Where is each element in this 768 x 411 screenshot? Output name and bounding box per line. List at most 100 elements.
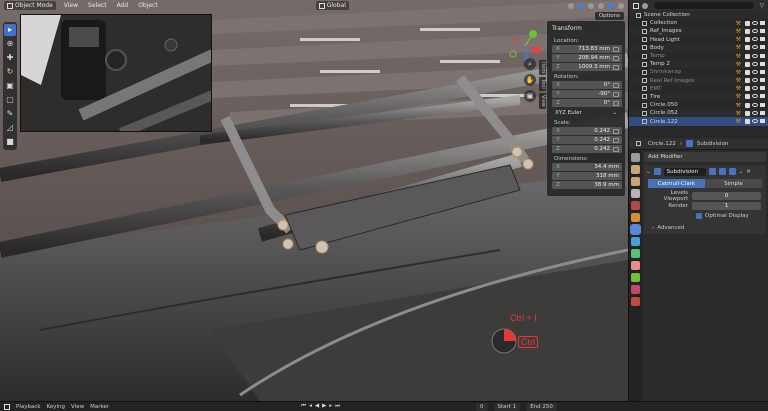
close-icon[interactable]: ✕ [746, 169, 751, 175]
eye-icon[interactable] [752, 45, 758, 50]
move-tool-icon[interactable]: ✚ [4, 52, 16, 64]
rotation-mode-dropdown[interactable]: XYZ Euler ⌄ [552, 108, 620, 117]
camera-icon[interactable] [760, 110, 765, 115]
outliner-row[interactable]: Temp ⚒ [629, 52, 768, 60]
lock-icon[interactable] [613, 128, 619, 134]
eye-icon[interactable] [752, 78, 758, 83]
eye-icon[interactable] [752, 28, 758, 33]
display-mode-icon[interactable] [642, 2, 648, 9]
camera-icon[interactable] [760, 78, 765, 83]
lock-icon[interactable] [613, 55, 619, 61]
modifier-tab-icon[interactable] [630, 224, 641, 235]
render-levels-field[interactable]: 1 [692, 201, 761, 210]
material-shading-icon[interactable] [608, 2, 614, 9]
physics-tab-icon[interactable] [631, 249, 640, 258]
outliner-row[interactable]: Temp 2 ⚒ [629, 60, 768, 69]
outliner-row[interactable]: Real Ref Images ⚒ [629, 76, 768, 85]
solid-shading-icon[interactable] [598, 2, 604, 9]
timeline-editor-icon[interactable] [4, 403, 10, 410]
rendered-shading-icon[interactable] [618, 2, 624, 9]
location-x-field[interactable]: X 713.83 mm [552, 45, 622, 53]
expand-chevron-icon[interactable]: ⌄ [646, 169, 651, 175]
edit-mode-toggle-icon[interactable] [708, 168, 716, 175]
3d-viewport[interactable]: Object Mode View Select Add Object Globa… [0, 0, 628, 401]
measure-tool-icon[interactable]: ◿ [4, 122, 16, 134]
tab-view[interactable]: View [539, 93, 546, 109]
lock-icon[interactable] [613, 82, 619, 88]
dimensions-x-field[interactable]: X 34.4 mm [552, 163, 622, 171]
dropdown-chevron-icon[interactable]: ⌄ [739, 169, 744, 175]
end-frame-field[interactable]: End 250 [526, 402, 557, 411]
editor-type-icon[interactable] [633, 2, 639, 9]
start-frame-field[interactable]: Start 1 [493, 402, 521, 411]
lock-icon[interactable] [613, 137, 619, 143]
camera-icon[interactable] [760, 45, 765, 50]
exclude-checkbox-icon[interactable] [745, 53, 750, 59]
menu-timeline-view[interactable]: View [71, 404, 84, 410]
eye-icon[interactable] [752, 102, 758, 107]
rotation-z-field[interactable]: Z 0° [552, 99, 622, 107]
jump-end-icon[interactable]: ⏭ [335, 403, 340, 410]
scale-z-field[interactable]: Z 0.242 [552, 145, 622, 153]
optimal-display-checkbox[interactable]: Optimal Display [696, 211, 764, 220]
outliner-row[interactable]: Body ⚒ [629, 43, 768, 52]
mode-dropdown[interactable]: Object Mode [4, 1, 56, 10]
menu-marker[interactable]: Marker [90, 404, 109, 410]
menu-add[interactable]: Add [115, 1, 131, 10]
constraints-tab-icon[interactable] [631, 261, 640, 270]
render-toggle-icon[interactable] [728, 168, 736, 175]
simple-button[interactable]: Simple [705, 179, 762, 188]
particles-tab-icon[interactable] [631, 237, 640, 246]
orientation-dropdown[interactable]: Global [315, 1, 349, 10]
options-dropdown[interactable]: Options [594, 12, 624, 20]
play-reverse-icon[interactable]: ◀ [315, 403, 319, 410]
exclude-checkbox-icon[interactable] [745, 37, 750, 43]
render-tab-icon[interactable] [631, 165, 640, 174]
menu-keying[interactable]: Keying [47, 404, 65, 410]
outliner-root[interactable]: Scene Collection [629, 11, 768, 20]
add-cube-tool-icon[interactable]: ■ [4, 136, 16, 148]
tab-tool[interactable]: Tool [539, 77, 546, 92]
lock-icon[interactable] [613, 64, 619, 70]
eye-icon[interactable] [752, 86, 758, 91]
outliner-row[interactable]: Collection ⚒ [629, 19, 768, 27]
exclude-checkbox-icon[interactable] [745, 28, 750, 34]
tool-tab-icon[interactable] [631, 153, 640, 162]
exclude-checkbox-icon[interactable] [745, 102, 750, 108]
modifier-name-field[interactable]: Subdivision [663, 167, 706, 176]
camera-icon[interactable] [760, 86, 765, 91]
outliner-row[interactable]: Tire ⚒ [629, 92, 768, 102]
dimensions-y-field[interactable]: Y 318 mm [552, 172, 622, 180]
rotation-y-field[interactable]: Y -90° [552, 90, 622, 98]
rotate-tool-icon[interactable]: ↻ [4, 66, 16, 78]
eye-icon[interactable] [752, 119, 758, 124]
outliner-row[interactable]: Shrinkwrap ⚒ [629, 68, 768, 76]
eye-icon[interactable] [752, 61, 758, 66]
select-tool-icon[interactable]: ▸ [4, 24, 16, 36]
world-tab-icon[interactable] [631, 201, 640, 210]
filter-icon[interactable]: ▽ [760, 3, 764, 9]
outliner-row[interactable]: Circle.050 ⚒ [629, 101, 768, 109]
camera-view-icon[interactable]: ▣ [524, 90, 536, 102]
exclude-checkbox-icon[interactable] [745, 61, 750, 67]
exclude-checkbox-icon[interactable] [745, 119, 750, 125]
cursor-tool-icon[interactable]: ⊕ [4, 38, 16, 50]
tab-item[interactable]: Item [539, 60, 546, 76]
outliner-row[interactable]: EMT ⚒ [629, 85, 768, 93]
camera-icon[interactable] [760, 61, 765, 66]
annotate-tool-icon[interactable]: ✎ [4, 108, 16, 120]
overlay-icon[interactable] [568, 2, 574, 9]
camera-icon[interactable] [760, 102, 765, 107]
scale-x-field[interactable]: X 0.242 [552, 127, 622, 135]
outliner-row[interactable]: Ref_Images ⚒ [629, 27, 768, 36]
dimensions-z-field[interactable]: Z 38.9 mm [552, 181, 622, 189]
eye-icon[interactable] [752, 53, 758, 58]
location-y-field[interactable]: Y 208.94 mm [552, 54, 622, 62]
eye-icon[interactable] [752, 37, 758, 42]
scale-y-field[interactable]: Y 0.242 [552, 136, 622, 144]
jump-start-icon[interactable]: ⏮ [301, 403, 306, 410]
menu-select[interactable]: Select [86, 1, 109, 10]
outliner-search-input[interactable] [654, 2, 754, 9]
camera-icon[interactable] [760, 28, 765, 33]
play-icon[interactable]: ▶ [322, 403, 326, 410]
